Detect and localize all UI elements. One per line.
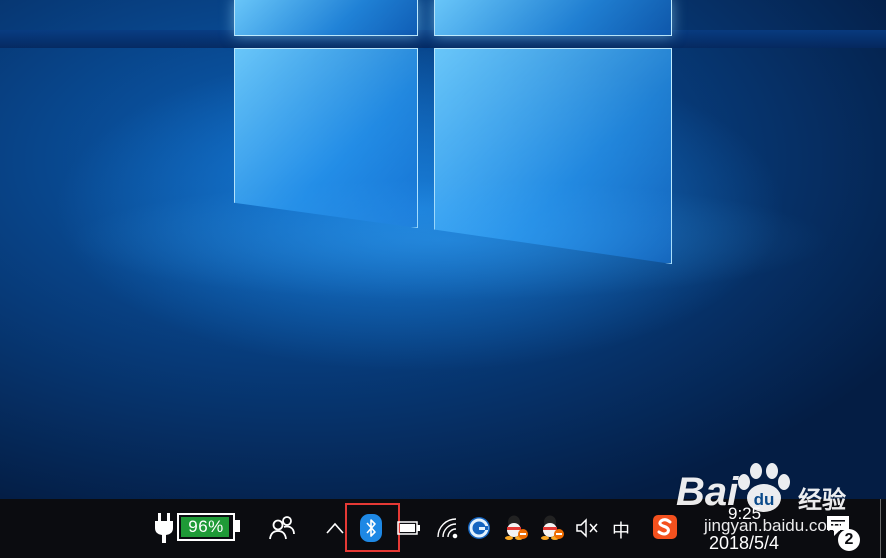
window-pane-top-left	[234, 0, 418, 36]
battery-terminal	[235, 520, 240, 532]
show-hidden-icons-chevron-up-icon[interactable]	[324, 517, 346, 539]
sogou-s-icon[interactable]	[652, 514, 678, 540]
clock-date[interactable]: 2018/5/4	[709, 533, 779, 554]
watermark-url: jingyan.baidu.com	[704, 516, 842, 535]
qq-penguin-icon[interactable]	[502, 513, 530, 543]
power-plug-icon[interactable]	[152, 511, 176, 545]
baidu-jingyan-watermark: Bai du 经验 jingyan.baidu.com	[676, 458, 886, 535]
watermark-brand: Bai	[676, 470, 739, 514]
window-pane-top-right	[434, 0, 672, 36]
battery-small-icon[interactable]	[396, 517, 422, 539]
speaker-muted-icon[interactable]	[574, 516, 600, 540]
desktop-wallpaper	[0, 0, 886, 499]
bluetooth-highlight-box	[345, 503, 400, 552]
battery-percent: 96%	[188, 517, 224, 536]
notification-count-badge: 2	[838, 529, 860, 551]
wifi-icon[interactable]	[434, 515, 460, 541]
battery-indicator[interactable]: 96%	[177, 513, 235, 541]
input-method-indicator[interactable]: 中	[612, 517, 630, 543]
svg-text:du: du	[754, 490, 775, 509]
floor-light-glow	[0, 170, 886, 310]
qq-penguin-icon[interactable]	[538, 513, 566, 543]
paw-logo-icon: du	[734, 462, 794, 521]
refresh-g-app-icon[interactable]	[466, 515, 492, 541]
watermark-suffix: 经验	[798, 486, 846, 514]
people-icon[interactable]	[267, 513, 297, 543]
